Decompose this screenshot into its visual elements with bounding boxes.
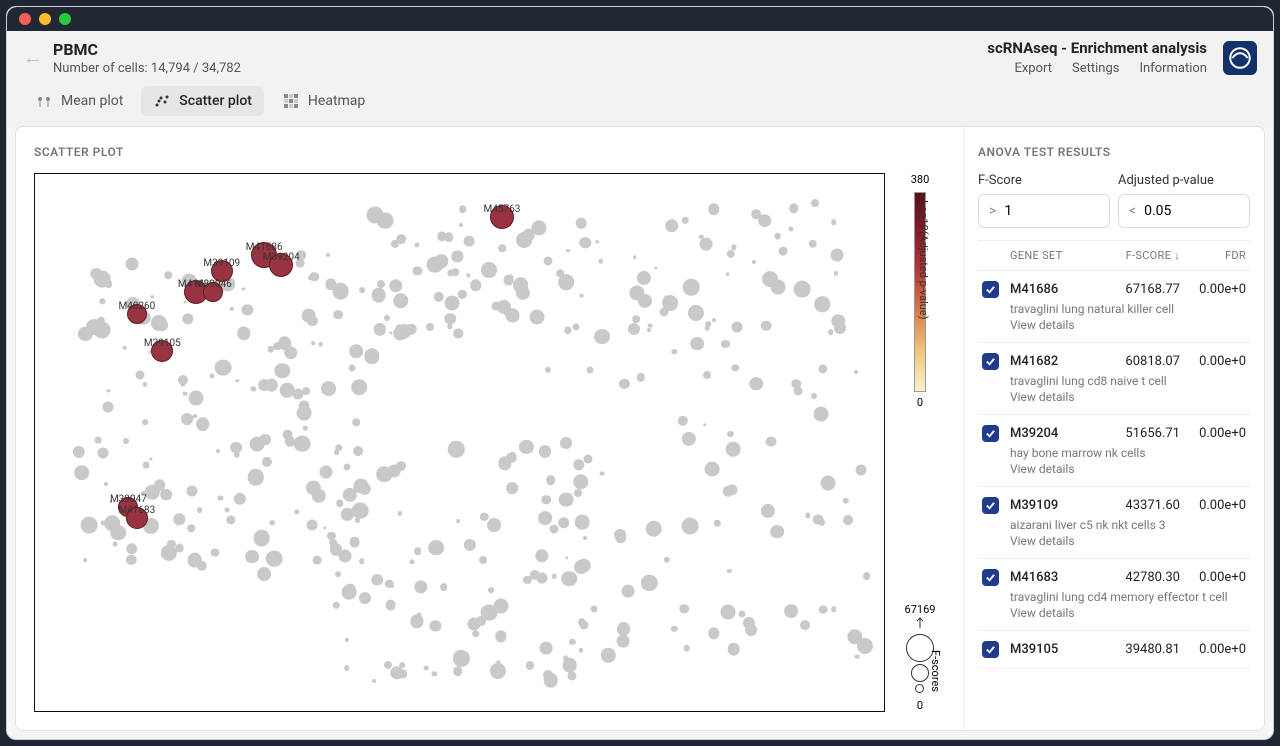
row-checkbox[interactable] bbox=[982, 497, 999, 514]
fscore-value: 43371.60 bbox=[1100, 498, 1180, 513]
row-checkbox[interactable] bbox=[982, 425, 999, 442]
fdr-value: 0.00e+0 bbox=[1180, 498, 1246, 513]
table-row[interactable]: M39105 39480.81 0.00e+0 bbox=[978, 631, 1250, 669]
gene-set-desc: hay bone marrow nk cells bbox=[1010, 446, 1246, 460]
table-row[interactable]: M41682 60818.07 0.00e+0 travaglini lung … bbox=[978, 343, 1250, 415]
highlighted-point[interactable] bbox=[490, 205, 514, 229]
fscore-filter-label: F-Score bbox=[978, 173, 1110, 188]
pvalue-filter-label: Adjusted p-value bbox=[1118, 173, 1250, 188]
plot-panel-title: SCATTER PLOT bbox=[34, 145, 945, 159]
row-checkbox[interactable] bbox=[982, 641, 999, 658]
maximize-window-dot[interactable] bbox=[59, 13, 71, 25]
sizelegend-min: 0 bbox=[917, 699, 923, 712]
tab-mean-plot[interactable]: Mean plot bbox=[23, 86, 135, 116]
view-details-link[interactable]: View details bbox=[1010, 390, 1246, 404]
tab-heatmap[interactable]: Heatmap bbox=[270, 86, 377, 116]
scatter-plot-canvas[interactable]: M45763M41686M39204M39109M41682M39046M402… bbox=[34, 173, 885, 712]
highlighted-point[interactable] bbox=[269, 253, 293, 277]
dataset-title: PBMC bbox=[53, 40, 987, 59]
row-checkbox[interactable] bbox=[982, 353, 999, 370]
analysis-type: scRNAseq - Enrichment analysis bbox=[987, 39, 1207, 57]
plot-type-tabs: Mean plot Scatter plot Heatmap bbox=[7, 82, 1273, 126]
fscore-value: 60818.07 bbox=[1100, 354, 1180, 369]
app-logo bbox=[1223, 41, 1257, 75]
sizelegend-max: 67169 bbox=[905, 603, 936, 616]
table-row[interactable]: M39204 51656.71 0.00e+0 hay bone marrow … bbox=[978, 415, 1250, 487]
colorbar-min: 0 bbox=[917, 396, 923, 409]
arrow-up-icon bbox=[913, 616, 927, 630]
results-table-body[interactable]: M41686 67168.77 0.00e+0 travaglini lung … bbox=[978, 271, 1250, 730]
gene-set-id: M39204 bbox=[1010, 426, 1100, 441]
gene-set-desc: travaglini lung cd8 naive t cell bbox=[1010, 374, 1246, 388]
scatter-plot-icon bbox=[153, 92, 171, 110]
fdr-value: 0.00e+0 bbox=[1180, 642, 1246, 657]
tab-scatter-plot[interactable]: Scatter plot bbox=[141, 86, 264, 116]
row-checkbox[interactable] bbox=[982, 281, 999, 298]
close-window-dot[interactable] bbox=[19, 13, 31, 25]
fdr-value: 0.00e+0 bbox=[1180, 570, 1246, 585]
back-arrow-icon[interactable]: ← bbox=[23, 45, 43, 70]
fdr-value: 0.00e+0 bbox=[1180, 354, 1246, 369]
settings-link[interactable]: Settings bbox=[1072, 61, 1119, 76]
results-panel-title: ANOVA TEST RESULTS bbox=[978, 145, 1250, 159]
table-row[interactable]: M41683 42780.30 0.00e+0 travaglini lung … bbox=[978, 559, 1250, 631]
results-table-header: GENE SET F-SCORE ↓ FDR bbox=[978, 240, 1250, 271]
sort-fscore[interactable]: F-SCORE ↓ bbox=[1100, 249, 1180, 262]
sizelegend-label: F-scores bbox=[929, 650, 942, 692]
cell-count: Number of cells: 14,794 / 34,782 bbox=[53, 61, 987, 76]
fscore-value: 67168.77 bbox=[1100, 282, 1180, 297]
export-link[interactable]: Export bbox=[1014, 61, 1052, 76]
highlighted-point[interactable] bbox=[127, 304, 147, 324]
fdr-value: 0.00e+0 bbox=[1180, 426, 1246, 441]
fscore-value: 39480.81 bbox=[1100, 642, 1180, 657]
view-details-link[interactable]: View details bbox=[1010, 318, 1246, 332]
row-checkbox[interactable] bbox=[982, 569, 999, 586]
highlighted-point[interactable] bbox=[151, 340, 173, 362]
view-details-link[interactable]: View details bbox=[1010, 534, 1246, 548]
page-header: ← PBMC Number of cells: 14,794 / 34,782 … bbox=[7, 31, 1273, 82]
fscore-value: 42780.30 bbox=[1100, 570, 1180, 585]
gene-set-id: M41683 bbox=[1010, 570, 1100, 585]
fdr-value: 0.00e+0 bbox=[1180, 282, 1246, 297]
minimize-window-dot[interactable] bbox=[39, 13, 51, 25]
highlighted-point[interactable] bbox=[126, 507, 148, 529]
gene-set-desc: aizarani liver c5 nk nkt cells 3 bbox=[1010, 518, 1246, 532]
highlighted-point[interactable] bbox=[211, 260, 233, 282]
view-details-link[interactable]: View details bbox=[1010, 606, 1246, 620]
colorbar-max: 380 bbox=[911, 173, 930, 186]
gene-set-id: M39105 bbox=[1010, 642, 1100, 657]
gene-set-id: M39109 bbox=[1010, 498, 1100, 513]
gene-set-id: M41686 bbox=[1010, 282, 1100, 297]
heatmap-icon bbox=[282, 92, 300, 110]
fscore-value: 51656.71 bbox=[1100, 426, 1180, 441]
pvalue-filter-input[interactable]: < bbox=[1118, 194, 1250, 228]
table-row[interactable]: M39109 43371.60 0.00e+0 aizarani liver c… bbox=[978, 487, 1250, 559]
view-details-link[interactable]: View details bbox=[1010, 462, 1246, 476]
information-link[interactable]: Information bbox=[1139, 61, 1207, 76]
mean-plot-icon bbox=[35, 92, 53, 110]
gene-set-desc: travaglini lung natural killer cell bbox=[1010, 302, 1246, 316]
colorbar-label: -Log10(Adjusted p-value) bbox=[917, 197, 930, 320]
fscore-filter-input[interactable]: > bbox=[978, 194, 1110, 228]
window-titlebar bbox=[7, 7, 1273, 31]
table-row[interactable]: M41686 67168.77 0.00e+0 travaglini lung … bbox=[978, 271, 1250, 343]
gene-set-id: M41682 bbox=[1010, 354, 1100, 369]
gene-set-desc: travaglini lung cd4 memory effector t ce… bbox=[1010, 590, 1246, 604]
highlighted-point[interactable] bbox=[203, 282, 223, 302]
